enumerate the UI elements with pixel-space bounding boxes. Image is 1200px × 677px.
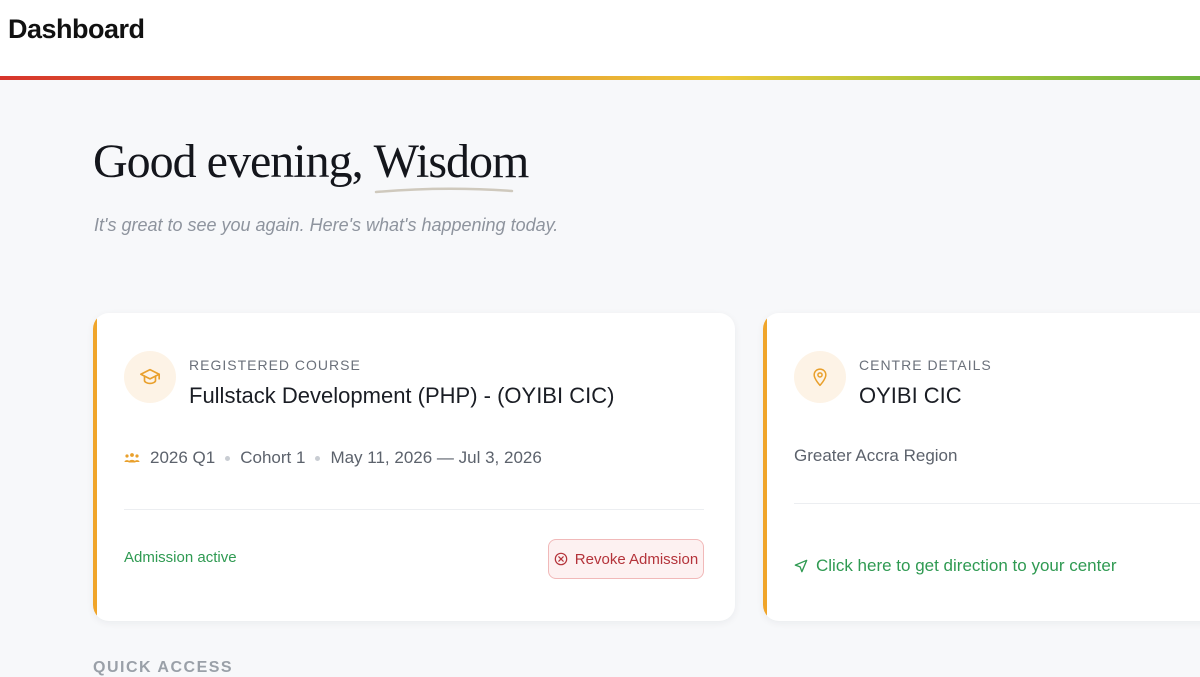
- course-cohort: Cohort 1: [240, 448, 306, 467]
- course-dates: May 11, 2026 — Jul 3, 2026: [330, 448, 542, 467]
- revoke-admission-button[interactable]: Revoke Admission: [548, 539, 704, 579]
- quick-access-heading: QUICK ACCESS: [93, 659, 234, 676]
- greeting-heading: Good evening, Wisdom: [93, 134, 530, 194]
- card-divider: [794, 503, 1200, 504]
- people-icon: [124, 452, 140, 464]
- greeting-prefix: Good evening,: [93, 135, 364, 188]
- card-divider: [124, 509, 704, 510]
- course-meta-row: 2026 Q1 Cohort 1 May 11, 2026 — Jul 3, 2…: [124, 448, 542, 468]
- navigation-arrow-icon: [794, 559, 808, 573]
- close-circle-icon: [554, 552, 568, 566]
- centre-card-label: CENTRE DETAILS: [859, 357, 992, 373]
- registered-course-card: REGISTERED COURSE Fullstack Development …: [93, 313, 735, 621]
- header-accent-line: [0, 76, 1200, 80]
- centre-name: OYIBI CIC: [859, 383, 962, 408]
- name-underline-decoration: [374, 187, 513, 194]
- graduation-cap-icon: [124, 351, 176, 403]
- greeting-subtitle: It's great to see you again. Here's what…: [94, 215, 559, 235]
- course-name: Fullstack Development (PHP) - (OYIBI CIC…: [189, 383, 615, 408]
- separator-dot: [225, 455, 231, 461]
- course-period: 2026 Q1: [150, 448, 216, 467]
- top-bar: Dashboard: [0, 0, 1200, 76]
- get-direction-label: Click here to get direction to your cent…: [816, 556, 1117, 575]
- greeting-name: Wisdom: [373, 135, 530, 188]
- map-pin-icon: [794, 351, 846, 403]
- centre-details-card: CENTRE DETAILS OYIBI CIC Greater Accra R…: [763, 313, 1200, 621]
- greeting-name-wrap: Wisdom: [373, 134, 530, 194]
- admission-status: Admission active: [124, 549, 237, 566]
- course-card-label: REGISTERED COURSE: [189, 357, 361, 373]
- page-title: Dashboard: [8, 14, 145, 44]
- get-direction-link[interactable]: Click here to get direction to your cent…: [794, 556, 1116, 576]
- separator-dot: [315, 455, 321, 461]
- centre-region: Greater Accra Region: [794, 446, 958, 465]
- revoke-admission-label: Revoke Admission: [574, 550, 699, 568]
